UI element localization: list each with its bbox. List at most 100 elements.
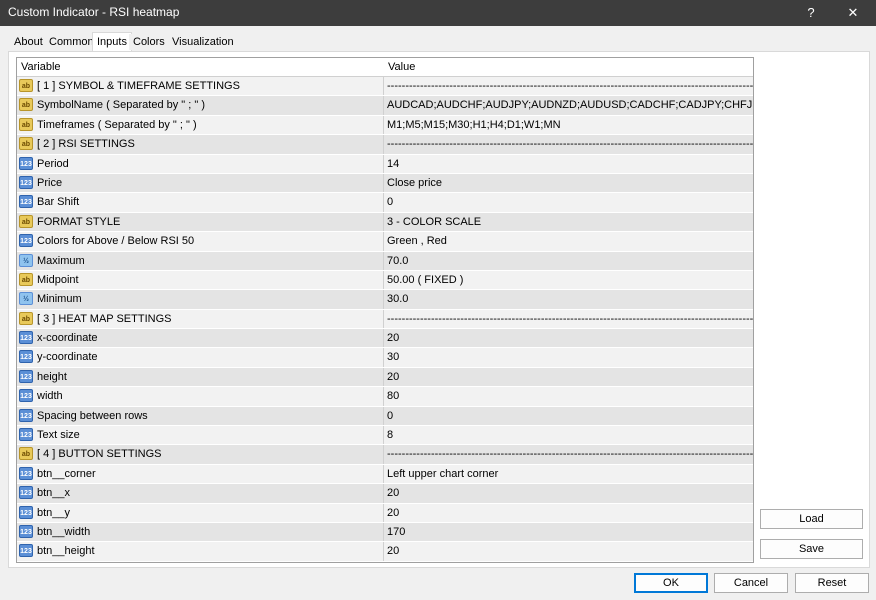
value-cell[interactable]: ----------------------------------------… xyxy=(385,135,753,153)
value-cell[interactable]: 20 xyxy=(385,368,753,386)
variable-cell: 123 Period xyxy=(17,154,384,173)
value-cell[interactable]: ----------------------------------------… xyxy=(385,445,753,463)
table-row[interactable]: 123 btn__width 170 xyxy=(17,522,753,543)
table-row[interactable]: 123 Period 14 xyxy=(17,154,753,174)
variable-value: 70.0 xyxy=(387,254,409,267)
table-row[interactable]: 123 btn__y 20 xyxy=(17,503,753,523)
variable-cell: 123 btn__corner xyxy=(17,464,384,484)
load-button[interactable]: Load xyxy=(760,509,863,529)
reset-button[interactable]: Reset xyxy=(795,573,869,593)
table-row[interactable]: ab SymbolName ( Separated by " ; " ) AUDCA… xyxy=(17,96,753,116)
table-row[interactable]: 123 btn__corner Left upper chart corner xyxy=(17,464,753,485)
table-row[interactable]: 123 height 20 xyxy=(17,367,753,388)
table-row[interactable]: 123 x-coordinate 20 xyxy=(17,329,753,349)
window-title: Custom Indicator - RSI heatmap xyxy=(8,5,180,19)
variable-name: btn__width xyxy=(37,525,91,538)
table-row[interactable]: 123btn__font size10 xyxy=(17,561,753,563)
integer-type-icon: 123 xyxy=(19,524,33,538)
value-cell[interactable]: 50.00 ( FIXED ) xyxy=(385,271,753,289)
value-cell[interactable]: 20 xyxy=(385,542,753,560)
variable-cell: 123 width xyxy=(17,387,384,406)
tab-visualization[interactable]: Visualization xyxy=(168,34,238,50)
table-row[interactable]: 123 Spacing between rows 0 xyxy=(17,406,753,427)
value-cell[interactable]: 14 xyxy=(385,155,753,173)
integer-type-icon: 123 xyxy=(19,408,33,422)
value-cell[interactable]: 20 xyxy=(385,329,753,347)
value-cell[interactable]: 0 xyxy=(385,193,753,211)
value-cell[interactable]: 20 xyxy=(385,504,753,522)
value-cell[interactable]: Green , Red xyxy=(385,232,753,250)
variable-cell: ½ Minimum xyxy=(17,290,384,309)
table-row[interactable]: ½ Maximum 70.0 xyxy=(17,251,753,271)
value-cell[interactable]: 170 xyxy=(385,523,753,541)
variable-name: x-coordinate xyxy=(37,332,98,345)
cancel-button[interactable]: Cancel xyxy=(714,573,788,593)
integer-type-icon: 123 xyxy=(19,428,33,442)
tab-common[interactable]: Common xyxy=(45,34,98,50)
tab-inputs[interactable]: Inputs xyxy=(92,32,132,52)
table-row[interactable]: ab Midpoint 50.00 ( FIXED ) xyxy=(17,270,753,291)
variable-cell: 123 btn__width xyxy=(17,522,384,542)
table-row[interactable]: 123 Colors for Above / Below RSI 50 Green … xyxy=(17,232,753,252)
table-row[interactable]: 123 width 80 xyxy=(17,387,753,407)
value-cell[interactable]: 70.0 xyxy=(385,252,753,270)
variable-name: FORMAT STYLE xyxy=(37,215,121,228)
save-button[interactable]: Save xyxy=(760,539,863,559)
string-type-icon: ab xyxy=(19,79,33,92)
value-cell[interactable]: ----------------------------------------… xyxy=(385,310,753,328)
table-row[interactable]: 123 Bar Shift 0 xyxy=(17,193,753,213)
variable-name: btn__corner xyxy=(37,467,96,480)
variable-cell: 123 height xyxy=(17,367,384,387)
variable-value: 20 xyxy=(387,545,400,558)
value-cell[interactable]: Close price xyxy=(385,174,753,192)
value-cell[interactable]: M1;M5;M15;M30;H1;H4;D1;W1;MN xyxy=(385,116,753,134)
table-row[interactable]: ab [ 4 ] BUTTON SETTINGS -----------------… xyxy=(17,445,753,465)
table-row[interactable]: ab Timeframes ( Separated by " ; " ) M1;M5… xyxy=(17,115,753,136)
variable-value: 20 xyxy=(387,370,400,383)
value-cell[interactable]: ----------------------------------------… xyxy=(385,77,753,95)
table-row[interactable]: 123 btn__height 20 xyxy=(17,542,753,562)
variable-cell: ab Timeframes ( Separated by " ; " ) xyxy=(17,115,384,135)
tab-about[interactable]: About xyxy=(10,34,47,50)
value-cell[interactable]: 30.0 xyxy=(385,290,753,308)
table-row[interactable]: 123 btn__x 20 xyxy=(17,484,753,504)
string-type-icon: ab xyxy=(19,137,33,151)
table-row[interactable]: ab [ 3 ] HEAT MAP SETTINGS ---------------… xyxy=(17,309,753,330)
close-button[interactable]: ✕ xyxy=(842,3,864,23)
integer-type-icon: 123 xyxy=(19,544,33,558)
variable-cell: 123 btn__height xyxy=(17,542,384,561)
table-row[interactable]: 123 y-coordinate 30 xyxy=(17,348,753,368)
table-row[interactable]: 123 Price Close price xyxy=(17,173,753,194)
table-row[interactable]: ab [ 2 ] RSI SETTINGS --------------------… xyxy=(17,135,753,155)
value-cell[interactable]: 0 xyxy=(385,407,753,425)
variable-name: Price xyxy=(37,176,63,189)
tab-colors[interactable]: Colors xyxy=(129,34,169,50)
ok-button[interactable]: OK xyxy=(634,573,708,593)
table-row[interactable]: ab FORMAT STYLE 3 - COLOR SCALE xyxy=(17,212,753,233)
variable-value: AUDCAD;AUDCHF;AUDJPY;AUDNZD;AUDUSD;CADCH… xyxy=(387,99,753,112)
value-cell[interactable]: Left upper chart corner xyxy=(385,465,753,483)
help-button[interactable]: ? xyxy=(800,3,822,23)
string-type-icon: ab xyxy=(19,98,33,112)
variable-cell: ab [ 1 ] SYMBOL & TIMEFRAME SETTINGS xyxy=(17,77,384,96)
table-row[interactable]: ½ Minimum 30.0 xyxy=(17,290,753,310)
variable-name: Maximum xyxy=(37,254,85,267)
variable-cell: 123 Price xyxy=(17,173,384,193)
table-row[interactable]: ab [ 1 ] SYMBOL & TIMEFRAME SETTINGS -----… xyxy=(17,77,753,97)
value-cell[interactable]: AUDCAD;AUDCHF;AUDJPY;AUDNZD;AUDUSD;CADCH… xyxy=(385,96,753,114)
value-cell[interactable]: 10 xyxy=(385,562,753,563)
integer-type-icon: 123 xyxy=(19,350,33,364)
value-cell[interactable]: 20 xyxy=(385,484,753,502)
variable-value: 3 - COLOR SCALE xyxy=(387,215,482,228)
value-cell[interactable]: 30 xyxy=(385,348,753,366)
value-cell[interactable]: 80 xyxy=(385,387,753,405)
variable-value: 170 xyxy=(387,525,406,538)
integer-type-icon: 123 xyxy=(19,505,33,519)
value-cell[interactable]: 8 xyxy=(385,426,753,444)
table-row[interactable]: 123 Text size 8 xyxy=(17,426,753,446)
variable-value: 30.0 xyxy=(387,293,409,306)
inputs-grid[interactable]: Variable Value ab [ 1 ] SYMBOL & TIMEFRAM… xyxy=(16,57,754,563)
value-cell[interactable]: 3 - COLOR SCALE xyxy=(385,213,753,231)
string-type-icon: ab xyxy=(19,117,33,131)
variable-value: 80 xyxy=(387,390,400,403)
